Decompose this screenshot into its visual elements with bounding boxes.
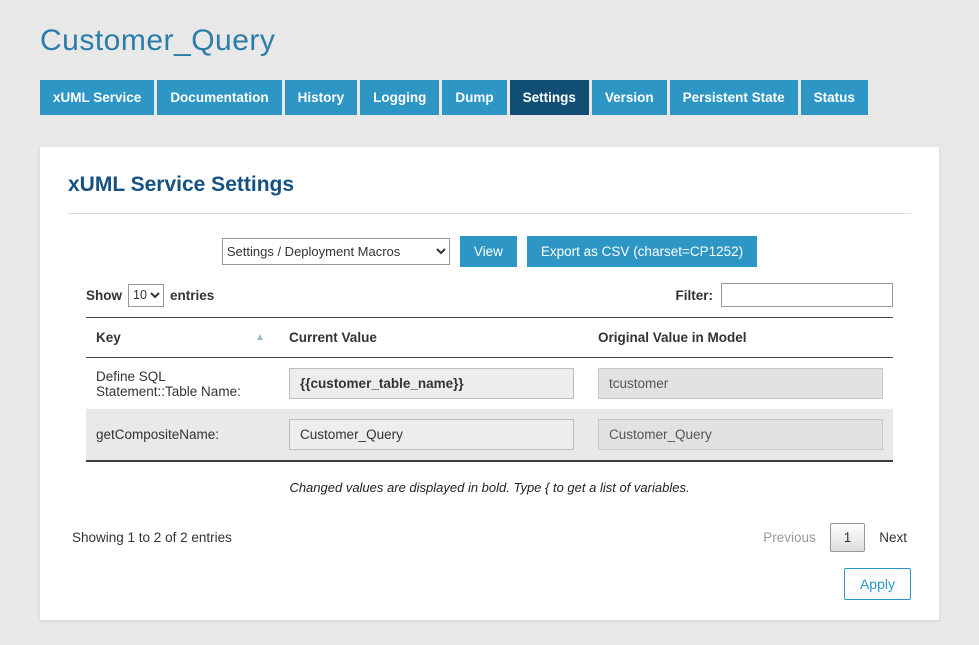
panel-heading: xUML Service Settings [68, 173, 911, 214]
apply-row: Apply [68, 568, 911, 600]
table-row: Define SQL Statement::Table Name: [86, 358, 893, 410]
macros-toolbar: Settings / Deployment Macros View Export… [68, 236, 911, 267]
tab-bar: xUML Service Documentation History Loggi… [40, 80, 939, 115]
original-value-field [598, 368, 883, 399]
macros-select[interactable]: Settings / Deployment Macros [222, 238, 450, 265]
filter-input[interactable] [721, 283, 893, 307]
settings-panel: xUML Service Settings Settings / Deploym… [40, 147, 939, 620]
current-value-input[interactable] [289, 419, 574, 450]
row-key: Define SQL Statement::Table Name: [86, 358, 279, 410]
table-controls: Show 10 entries Filter: [86, 283, 893, 307]
show-entries-prefix: Show [86, 288, 122, 303]
tab-logging[interactable]: Logging [360, 80, 439, 115]
tab-persistent-state[interactable]: Persistent State [670, 80, 798, 115]
hint-text: Changed values are displayed in bold. Ty… [68, 480, 911, 495]
sort-ascending-icon: ▲ [255, 332, 265, 343]
current-value-input[interactable] [289, 368, 574, 399]
row-key: getCompositeName: [86, 409, 279, 461]
page: Customer_Query xUML Service Documentatio… [0, 0, 979, 620]
pagination: Previous 1 Next [763, 523, 907, 552]
table-header-row: Key ▲ Current Value Original Value in Mo… [86, 318, 893, 358]
column-header-key-label: Key [96, 330, 121, 345]
filter-control: Filter: [675, 283, 893, 307]
tab-xuml-service[interactable]: xUML Service [40, 80, 154, 115]
column-header-current-value[interactable]: Current Value [279, 318, 588, 358]
view-button[interactable]: View [460, 236, 517, 267]
filter-label: Filter: [675, 288, 713, 303]
settings-table: Key ▲ Current Value Original Value in Mo… [86, 317, 893, 462]
tab-documentation[interactable]: Documentation [157, 80, 281, 115]
apply-button[interactable]: Apply [844, 568, 911, 600]
tab-version[interactable]: Version [592, 80, 667, 115]
show-entries-suffix: entries [170, 288, 214, 303]
table-row: getCompositeName: [86, 409, 893, 461]
entries-summary: Showing 1 to 2 of 2 entries [72, 530, 232, 545]
export-csv-button[interactable]: Export as CSV (charset=CP1252) [527, 236, 757, 267]
pagination-next[interactable]: Next [879, 530, 907, 545]
pagination-previous[interactable]: Previous [763, 530, 816, 545]
tab-status[interactable]: Status [801, 80, 868, 115]
show-entries: Show 10 entries [86, 284, 214, 307]
column-header-key[interactable]: Key ▲ [86, 318, 279, 358]
tab-settings[interactable]: Settings [510, 80, 589, 115]
tab-history[interactable]: History [285, 80, 358, 115]
tab-dump[interactable]: Dump [442, 80, 506, 115]
page-length-select[interactable]: 10 [128, 284, 164, 307]
pagination-page-1[interactable]: 1 [830, 523, 866, 552]
page-title: Customer_Query [40, 24, 939, 58]
table-footer: Showing 1 to 2 of 2 entries Previous 1 N… [72, 523, 907, 552]
column-header-original-value[interactable]: Original Value in Model [588, 318, 893, 358]
original-value-field [598, 419, 883, 450]
